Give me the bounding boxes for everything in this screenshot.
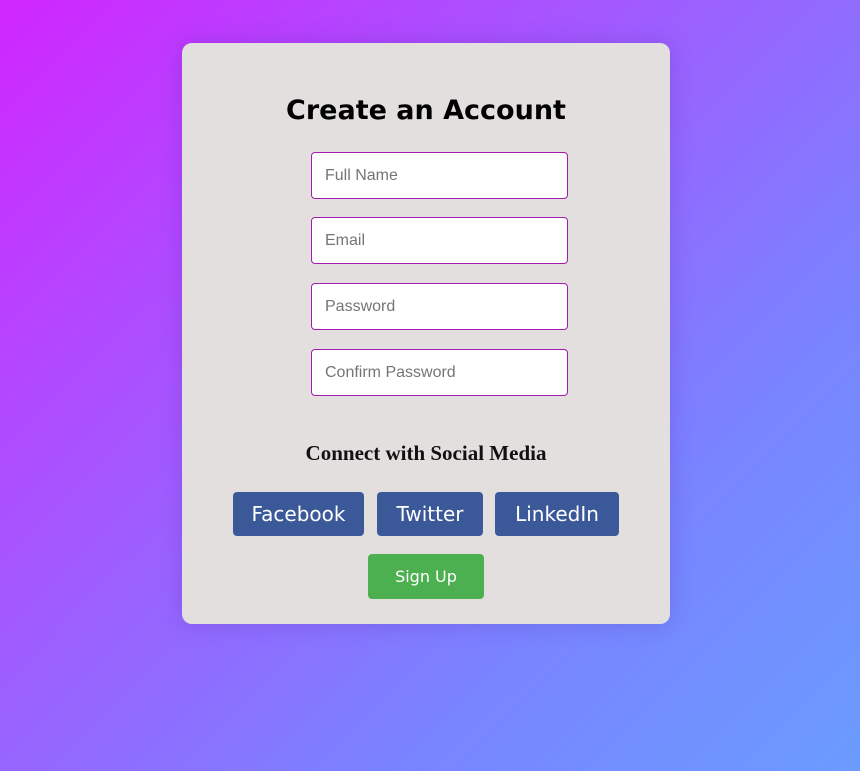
confirm-password-input[interactable] — [311, 349, 568, 396]
twitter-button[interactable]: Twitter — [377, 492, 483, 536]
email-input[interactable] — [311, 217, 568, 264]
linkedin-button[interactable]: LinkedIn — [495, 492, 619, 536]
signup-card: Create an Account Connect with Social Me… — [182, 43, 670, 624]
facebook-button[interactable]: Facebook — [233, 492, 364, 536]
sign-up-button[interactable]: Sign Up — [368, 554, 484, 599]
password-input[interactable] — [311, 283, 568, 330]
full-name-input[interactable] — [311, 152, 568, 199]
social-heading: Connect with Social Media — [305, 441, 547, 465]
page-title: Create an Account — [286, 95, 566, 126]
